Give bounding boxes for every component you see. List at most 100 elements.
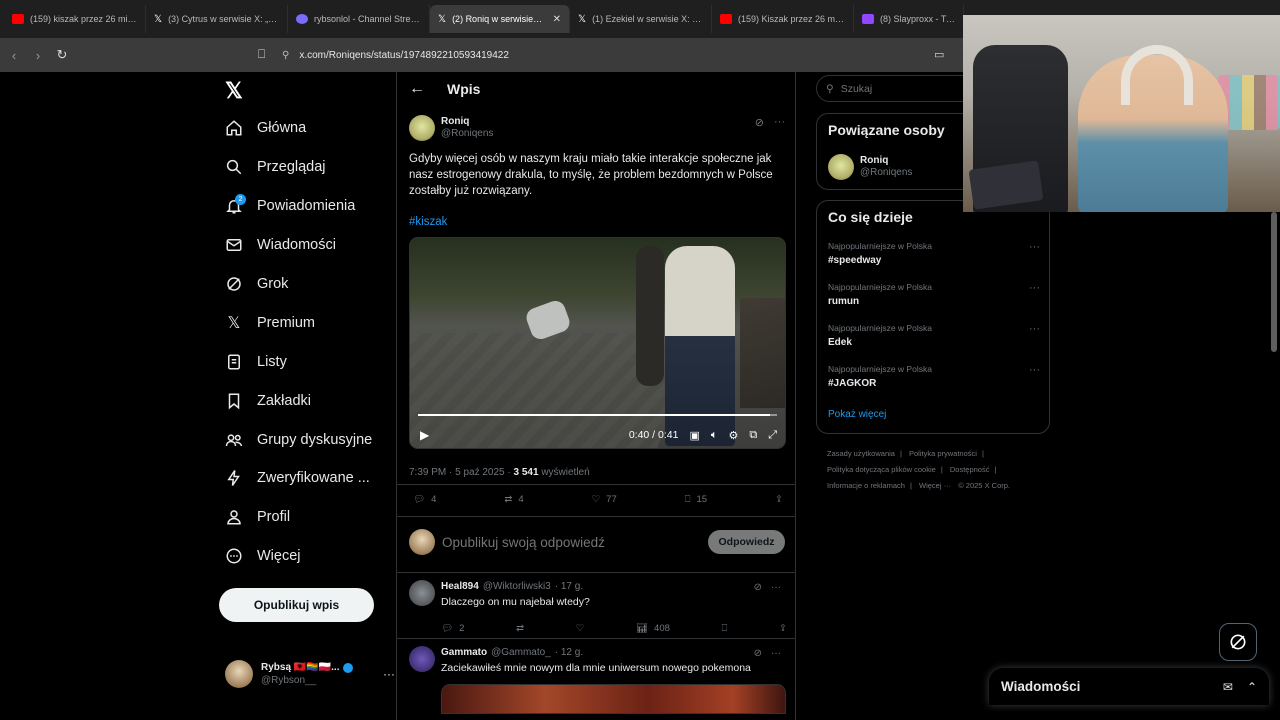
share-action[interactable]: ⇪ xyxy=(775,494,783,505)
reply-button[interactable]: Odpowiedz xyxy=(708,530,785,554)
play-icon[interactable]: ▶ xyxy=(420,428,429,442)
reply-input[interactable]: Opublikuj swoją odpowiedź xyxy=(442,535,701,550)
footer-link[interactable]: Więcej ··· xyxy=(919,481,951,490)
tweet-timestamp[interactable]: 7:39 PM · 5 paź 2025 · xyxy=(409,467,514,478)
trend-item[interactable]: Najpopularniejsze w Polska rumun ··· xyxy=(828,282,1040,307)
reply-author-name[interactable]: Gammato xyxy=(441,646,487,660)
nav-item-profile[interactable]: Profil xyxy=(225,505,290,529)
repost-action[interactable]: ⇄ 4 xyxy=(504,494,523,505)
left-sidebar: 𝕏 Główna Przeglądaj 2 Powiadomienia Wiad… xyxy=(215,72,395,720)
video-player[interactable]: ▶ 0:40 / 0:41 ▣ 🔈︎ ⚙ ⧉ ⤢ xyxy=(409,237,786,449)
back-arrow-icon[interactable]: ← xyxy=(409,80,425,98)
footer-link[interactable]: Informacje o reklamach xyxy=(827,481,905,490)
trend-item[interactable]: Najpopularniejsze w Polska #speedway ··· xyxy=(828,241,1040,266)
nav-item-bookmarks[interactable]: Zakładki xyxy=(225,389,311,413)
reply-tweet[interactable]: Heal894 @Wiktorliwski3 · 17 g. Dlaczego … xyxy=(409,580,787,636)
more-dots-icon[interactable]: ··· xyxy=(383,667,395,681)
reply-action[interactable]: 💬︎ 4 xyxy=(413,494,436,505)
related-person[interactable]: Roniq @Roniqens xyxy=(828,154,912,180)
close-tab-icon[interactable]: ✕ xyxy=(553,14,561,25)
author-name[interactable]: Roniq xyxy=(441,116,493,128)
nav-item-explore[interactable]: Przeglądaj xyxy=(225,155,326,179)
more-dots-icon[interactable]: ··· xyxy=(774,116,785,129)
bookmark-page-icon[interactable]: ⎕ xyxy=(258,47,265,62)
browser-tab[interactable]: (8) Slayproxx - Twitch xyxy=(854,5,964,33)
search-input[interactable]: ⚲ Szukaj xyxy=(816,75,976,102)
tweet-meta: 7:39 PM · 5 paź 2025 · 3 541 wyświetleń xyxy=(409,467,590,478)
bookmark-action[interactable]: ⎕ 15 xyxy=(685,494,707,505)
browser-tab-active[interactable]: 𝕏 (2) Roniq w serwisie X: „Gd ✕ xyxy=(430,5,570,33)
forward-arrow-icon[interactable]: › xyxy=(28,48,48,63)
show-more-link[interactable]: Pokaż więcej xyxy=(828,409,886,420)
reply-author-handle[interactable]: @Gammato_ xyxy=(491,646,551,660)
grok-icon[interactable]: ⊘ xyxy=(755,116,764,129)
like-action[interactable]: ♡ 77 xyxy=(592,494,617,505)
reply-action[interactable]: 💬︎ 2 xyxy=(441,622,464,636)
video-progress-bar[interactable] xyxy=(418,414,777,416)
reload-icon[interactable]: ↻ xyxy=(52,47,72,63)
nav-item-more[interactable]: Więcej xyxy=(225,544,301,568)
settings-gear-icon[interactable]: ⚙ xyxy=(728,429,738,442)
main-column: ← Wpis Roniq @Roniqens ⊘ ··· Gdyby więce… xyxy=(396,72,796,720)
site-info-icon[interactable]: ⚲ xyxy=(282,50,289,61)
back-arrow-icon[interactable]: ‹ xyxy=(4,48,24,63)
page-scrollbar[interactable] xyxy=(1271,212,1277,352)
nav-item-communities[interactable]: Grupy dyskusyjne xyxy=(225,428,372,452)
avatar[interactable] xyxy=(409,580,435,606)
avatar[interactable] xyxy=(409,646,435,672)
expand-icon[interactable]: ⌃ xyxy=(1247,680,1257,694)
post-button[interactable]: Opublikuj wpis xyxy=(219,588,374,622)
more-dots-icon[interactable]: ··· xyxy=(771,582,781,593)
more-dots-icon[interactable]: ··· xyxy=(1029,323,1040,335)
like-action[interactable]: ♡ xyxy=(576,622,585,636)
share-action[interactable]: ⇪ xyxy=(779,622,787,636)
footer-link[interactable]: Zasady użytkowania xyxy=(827,449,895,458)
grok-icon[interactable]: ⊘ xyxy=(754,648,762,659)
nav-item-grok[interactable]: Grok xyxy=(225,272,288,296)
nav-item-notifications[interactable]: 2 Powiadomienia xyxy=(225,194,355,218)
nav-item-premium[interactable]: 𝕏 Premium xyxy=(225,311,315,335)
more-dots-icon[interactable]: ··· xyxy=(771,648,781,659)
reply-media-image[interactable] xyxy=(441,684,786,714)
more-dots-icon[interactable]: ··· xyxy=(1029,241,1040,253)
browser-tab[interactable]: 𝕏 (3) Cytrus w serwisie X: „Tzw "G xyxy=(146,5,288,33)
nav-item-messages[interactable]: Wiadomości xyxy=(225,233,336,257)
more-dots-icon[interactable]: ··· xyxy=(1029,364,1040,376)
account-switcher[interactable]: Rybsą 🇦🇱🏳️‍🌈🇵🇱... @Rybson__ ··· xyxy=(225,658,395,690)
trend-item[interactable]: Najpopularniejsze w Polska Edek ··· xyxy=(828,323,1040,348)
nav-item-lists[interactable]: Listy xyxy=(225,350,287,374)
browser-tab[interactable]: 𝕏 (1) Ezekiel w serwisie X: „"świad xyxy=(570,5,712,33)
x-logo-icon[interactable]: 𝕏 xyxy=(225,78,243,104)
url-field[interactable]: ⚲ x.com/Roniqens/status/1974892210593419… xyxy=(282,44,962,66)
footer-link[interactable]: Polityka dotycząca plików cookie xyxy=(827,465,936,474)
repost-action[interactable]: ⇄ xyxy=(516,622,524,636)
browser-tab[interactable]: (159) Kiszak przez 26 minut nę xyxy=(712,5,854,33)
nav-item-verified[interactable]: Zweryfikowane ... xyxy=(225,466,370,490)
footer-link[interactable]: Dostępność xyxy=(950,465,990,474)
views-action[interactable]: 📊︎ 408 xyxy=(636,622,670,636)
fullscreen-icon[interactable]: ⤢ xyxy=(768,429,777,442)
pip-icon[interactable]: ⧉ xyxy=(749,429,757,442)
captions-icon[interactable]: ▣ xyxy=(689,429,699,442)
reply-author-handle[interactable]: @Wiktorliwski3 xyxy=(483,580,551,594)
nav-item-home[interactable]: Główna xyxy=(225,116,306,140)
browser-tab[interactable]: rybsonlol - Channel Streams on xyxy=(288,5,430,33)
hashtag-link[interactable]: #kiszak xyxy=(409,216,785,228)
reply-tweet[interactable]: Gammato @Gammato_ · 12 g. Zaciekawiłeś m… xyxy=(409,646,785,675)
bookmark-action[interactable]: ⎕ xyxy=(722,622,728,636)
new-message-icon[interactable]: ✉ xyxy=(1223,680,1233,694)
cast-icon[interactable]: ▭ xyxy=(934,48,944,61)
volume-icon[interactable]: 🔈︎ xyxy=(711,429,718,442)
person-icon xyxy=(225,508,243,526)
grok-icon[interactable]: ⊘ xyxy=(754,582,762,593)
avatar[interactable] xyxy=(409,115,435,141)
views-label: wyświetleń xyxy=(538,467,590,478)
trend-item[interactable]: Najpopularniejsze w Polska #JAGKOR ··· xyxy=(828,364,1040,389)
more-dots-icon[interactable]: ··· xyxy=(1029,282,1040,294)
reply-author-name[interactable]: Heal894 xyxy=(441,580,479,594)
grok-float-button[interactable] xyxy=(1219,623,1257,661)
author-handle[interactable]: @Roniqens xyxy=(441,128,493,140)
messages-drawer[interactable]: Wiadomości ✉ ⌃ xyxy=(989,668,1269,705)
footer-link[interactable]: Polityka prywatności xyxy=(909,449,977,458)
browser-tab[interactable]: (159) kiszak przez 26 minut nę xyxy=(4,5,146,33)
